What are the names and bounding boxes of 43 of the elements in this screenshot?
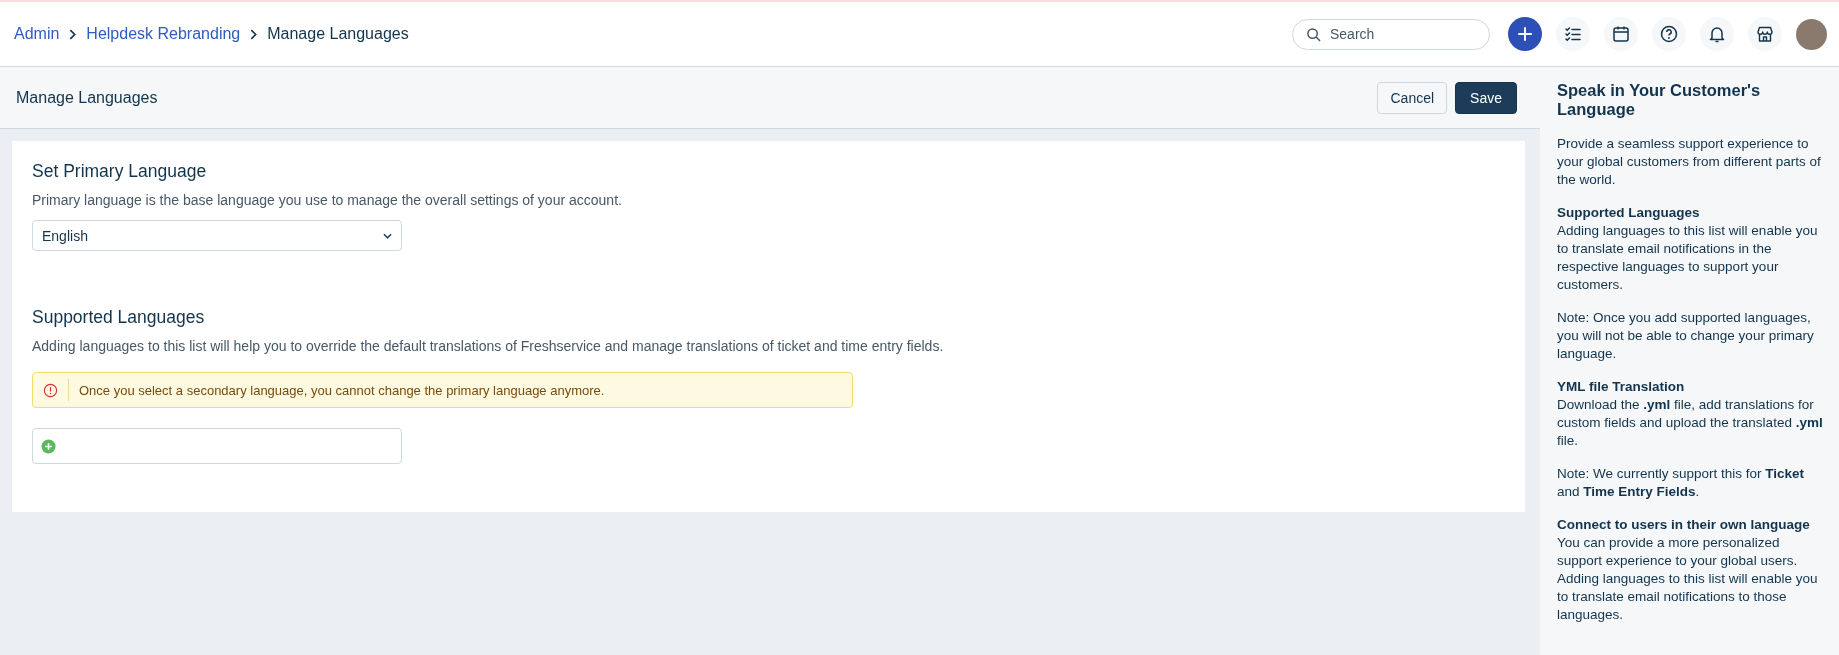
page-title: Manage Languages	[16, 88, 158, 107]
search-icon	[1306, 26, 1321, 42]
bell-icon	[1707, 24, 1727, 44]
alert-text: Once you select a secondary language, you cannot change the primary language anymore.	[79, 382, 605, 398]
section-description: Primary language is the base language you use to manage the overall settings of your account.	[32, 192, 623, 208]
plus-icon	[41, 438, 56, 454]
chevron-right-icon	[250, 28, 258, 40]
help-button[interactable]	[1652, 17, 1686, 51]
calendar-button[interactable]	[1604, 17, 1638, 51]
save-button[interactable]: Save	[1455, 81, 1517, 114]
breadcrumb-current: Manage Languages	[267, 25, 409, 43]
section-description: Adding languages to this list will help you to override the default translations of Freshservice and manage translations of ticket and time entry fields.	[32, 338, 945, 354]
checklist-button[interactable]	[1556, 17, 1590, 51]
info-text: Note: Once you add supported languages, you will not be able to change your primary language.	[1557, 309, 1815, 363]
section-heading: Set Primary Language	[32, 161, 208, 182]
help-icon	[1659, 24, 1679, 44]
breadcrumb-link[interactable]: Admin	[14, 25, 60, 43]
exclamation-icon	[43, 382, 58, 398]
info-text: Provide a seamless support experience to your global customers from different parts of the world.	[1557, 135, 1822, 189]
info-heading: Supported Languages	[1557, 204, 1701, 222]
plus-icon	[1515, 24, 1535, 44]
info-heading: Connect to users in their own language	[1557, 516, 1811, 534]
avatar[interactable]	[1796, 18, 1827, 50]
chevron-down-icon	[383, 232, 392, 239]
cancel-button[interactable]: Cancel	[1377, 81, 1448, 114]
search-field[interactable]: Search	[1292, 18, 1490, 50]
checklist-icon	[1563, 24, 1583, 44]
info-text: Download the .yml file, add translations for custom fields and upload the translated .yml file.	[1557, 396, 1824, 450]
bell-button[interactable]	[1700, 17, 1734, 51]
add-language-field[interactable]	[32, 428, 402, 464]
storefront-icon	[1755, 24, 1775, 44]
panel-title: Speak in Your Customer's Language	[1557, 81, 1762, 119]
plus-button[interactable]	[1508, 17, 1542, 51]
storefront-button[interactable]	[1748, 17, 1782, 51]
info-text: You can provide a more personalized support experience to your global users. Adding languages to this list will enable you to translate email notifications to those languages.	[1557, 534, 1819, 624]
section-heading: Supported Languages	[32, 307, 206, 328]
info-heading: YML file Translation	[1557, 378, 1686, 396]
info-text: Adding languages to this list will enable you to translate email notifications in the respective languages to support your customers.	[1557, 222, 1819, 294]
calendar-icon	[1611, 24, 1631, 44]
info-text: Note: We currently support this for Ticket and Time Entry Fields.	[1557, 465, 1806, 501]
breadcrumb-link[interactable]: Helpdesk Rebranding	[86, 25, 241, 43]
language-dropdown[interactable]: English	[32, 220, 402, 251]
chevron-right-icon	[69, 28, 77, 40]
